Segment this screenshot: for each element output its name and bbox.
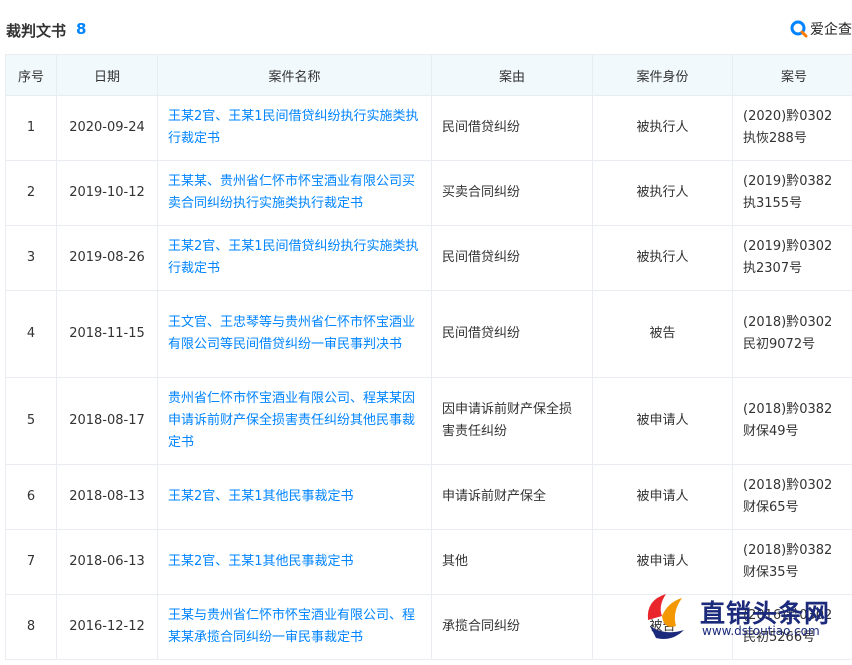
row-cause: 承揽合同纠纷: [431, 594, 593, 660]
row-no: 8: [5, 594, 57, 660]
row-case-no: (2019)黔0302执2307号: [732, 225, 852, 291]
brand-name: 爱企查: [810, 22, 852, 38]
row-case-no: (2018)黔0302民初9072号: [732, 290, 852, 378]
judgment-table: 序号 日期 案件名称 案由 案件身份 案号 1 2020-09-24 王某2官、…: [5, 54, 852, 660]
row-no: 3: [5, 225, 57, 291]
case-name-link[interactable]: 王某与贵州省仁怀市怀宝酒业有限公司、程某某承揽合同纠纷一审民事裁定书: [157, 594, 432, 660]
case-name-link[interactable]: 王文官、王忠琴等与贵州省仁怀市怀宝酒业有限公司等民间借贷纠纷一审民事判决书: [157, 290, 432, 378]
dstoutiao-logo-icon: [647, 594, 684, 639]
table-row: 4 2018-11-15 王文官、王忠琴等与贵州省仁怀市怀宝酒业有限公司等民间借…: [5, 290, 852, 378]
row-date: 2016-12-12: [56, 594, 158, 660]
row-case-no: (2018)黔0302财保65号: [732, 464, 852, 530]
row-cause: 申请诉前财产保全: [431, 464, 593, 530]
section-header: 裁判文书 8 爱企查: [0, 0, 852, 54]
case-name-link[interactable]: 贵州省仁怀市怀宝酒业有限公司、程某某因申请诉前财产保全损害责任纠纷其他民事裁定书: [157, 377, 432, 465]
case-name-link[interactable]: 王某2官、王某1其他民事裁定书: [157, 529, 432, 595]
row-case-no: (2019)黔0382执3155号: [732, 160, 852, 226]
table-row: 6 2018-08-13 王某2官、王某1其他民事裁定书 申请诉前财产保全 被申…: [5, 464, 852, 530]
table-row: 7 2018-06-13 王某2官、王某1其他民事裁定书 其他 被申请人 (20…: [5, 529, 852, 595]
row-role: 被执行人: [592, 95, 733, 161]
column-header-cause: 案由: [431, 54, 593, 96]
aiqicha-logo-icon: [790, 20, 808, 38]
column-header-case-no: 案号: [732, 54, 852, 96]
table-header-row: 序号 日期 案件名称 案由 案件身份 案号: [5, 54, 852, 96]
row-no: 5: [5, 377, 57, 465]
record-count: 8: [76, 20, 87, 38]
row-date: 2018-08-13: [56, 464, 158, 530]
row-role: 被执行人: [592, 225, 733, 291]
watermark-url: www.dstoutiao.com: [702, 624, 820, 638]
row-no: 4: [5, 290, 57, 378]
row-cause: 因申请诉前财产保全损害责任纠纷: [431, 377, 593, 465]
row-role: 被申请人: [592, 377, 733, 465]
row-role: 被申请人: [592, 529, 733, 595]
row-cause: 民间借贷纠纷: [431, 290, 593, 378]
row-no: 2: [5, 160, 57, 226]
row-date: 2018-06-13: [56, 529, 158, 595]
row-case-no: (2018)黔0382财保35号: [732, 529, 852, 595]
row-date: 2020-09-24: [56, 95, 158, 161]
row-case-no: (2020)黔0302执恢288号: [732, 95, 852, 161]
column-header-no: 序号: [5, 54, 57, 96]
column-header-role: 案件身份: [592, 54, 733, 96]
case-name-link[interactable]: 王某某、贵州省仁怀市怀宝酒业有限公司买卖合同纠纷执行实施类执行裁定书: [157, 160, 432, 226]
row-no: 1: [5, 95, 57, 161]
row-date: 2019-08-26: [56, 225, 158, 291]
column-header-name: 案件名称: [157, 54, 432, 96]
row-cause: 买卖合同纠纷: [431, 160, 593, 226]
section-title: 裁判文书: [6, 22, 67, 40]
row-date: 2018-11-15: [56, 290, 158, 378]
case-name-link[interactable]: 王某2官、王某1民间借贷纠纷执行实施类执行裁定书: [157, 95, 432, 161]
row-date: 2018-08-17: [56, 377, 158, 465]
row-cause: 民间借贷纠纷: [431, 225, 593, 291]
row-date: 2019-10-12: [56, 160, 158, 226]
row-role: 被执行人: [592, 160, 733, 226]
row-no: 6: [5, 464, 57, 530]
watermark: 直销头条网 www.dstoutiao.com: [636, 586, 852, 665]
row-role: 被申请人: [592, 464, 733, 530]
column-header-date: 日期: [56, 54, 158, 96]
row-cause: 其他: [431, 529, 593, 595]
table-row: 3 2019-08-26 王某2官、王某1民间借贷纠纷执行实施类执行裁定书 民间…: [5, 225, 852, 291]
brand-link[interactable]: 爱企查: [790, 18, 852, 40]
row-role: 被告: [592, 290, 733, 378]
case-name-link[interactable]: 王某2官、王某1其他民事裁定书: [157, 464, 432, 530]
table-row: 5 2018-08-17 贵州省仁怀市怀宝酒业有限公司、程某某因申请诉前财产保全…: [5, 377, 852, 465]
row-no: 7: [5, 529, 57, 595]
table-row: 2 2019-10-12 王某某、贵州省仁怀市怀宝酒业有限公司买卖合同纠纷执行实…: [5, 160, 852, 226]
row-case-no: (2018)黔0382财保49号: [732, 377, 852, 465]
table-row: 1 2020-09-24 王某2官、王某1民间借贷纠纷执行实施类执行裁定书 民间…: [5, 95, 852, 161]
case-name-link[interactable]: 王某2官、王某1民间借贷纠纷执行实施类执行裁定书: [157, 225, 432, 291]
row-cause: 民间借贷纠纷: [431, 95, 593, 161]
